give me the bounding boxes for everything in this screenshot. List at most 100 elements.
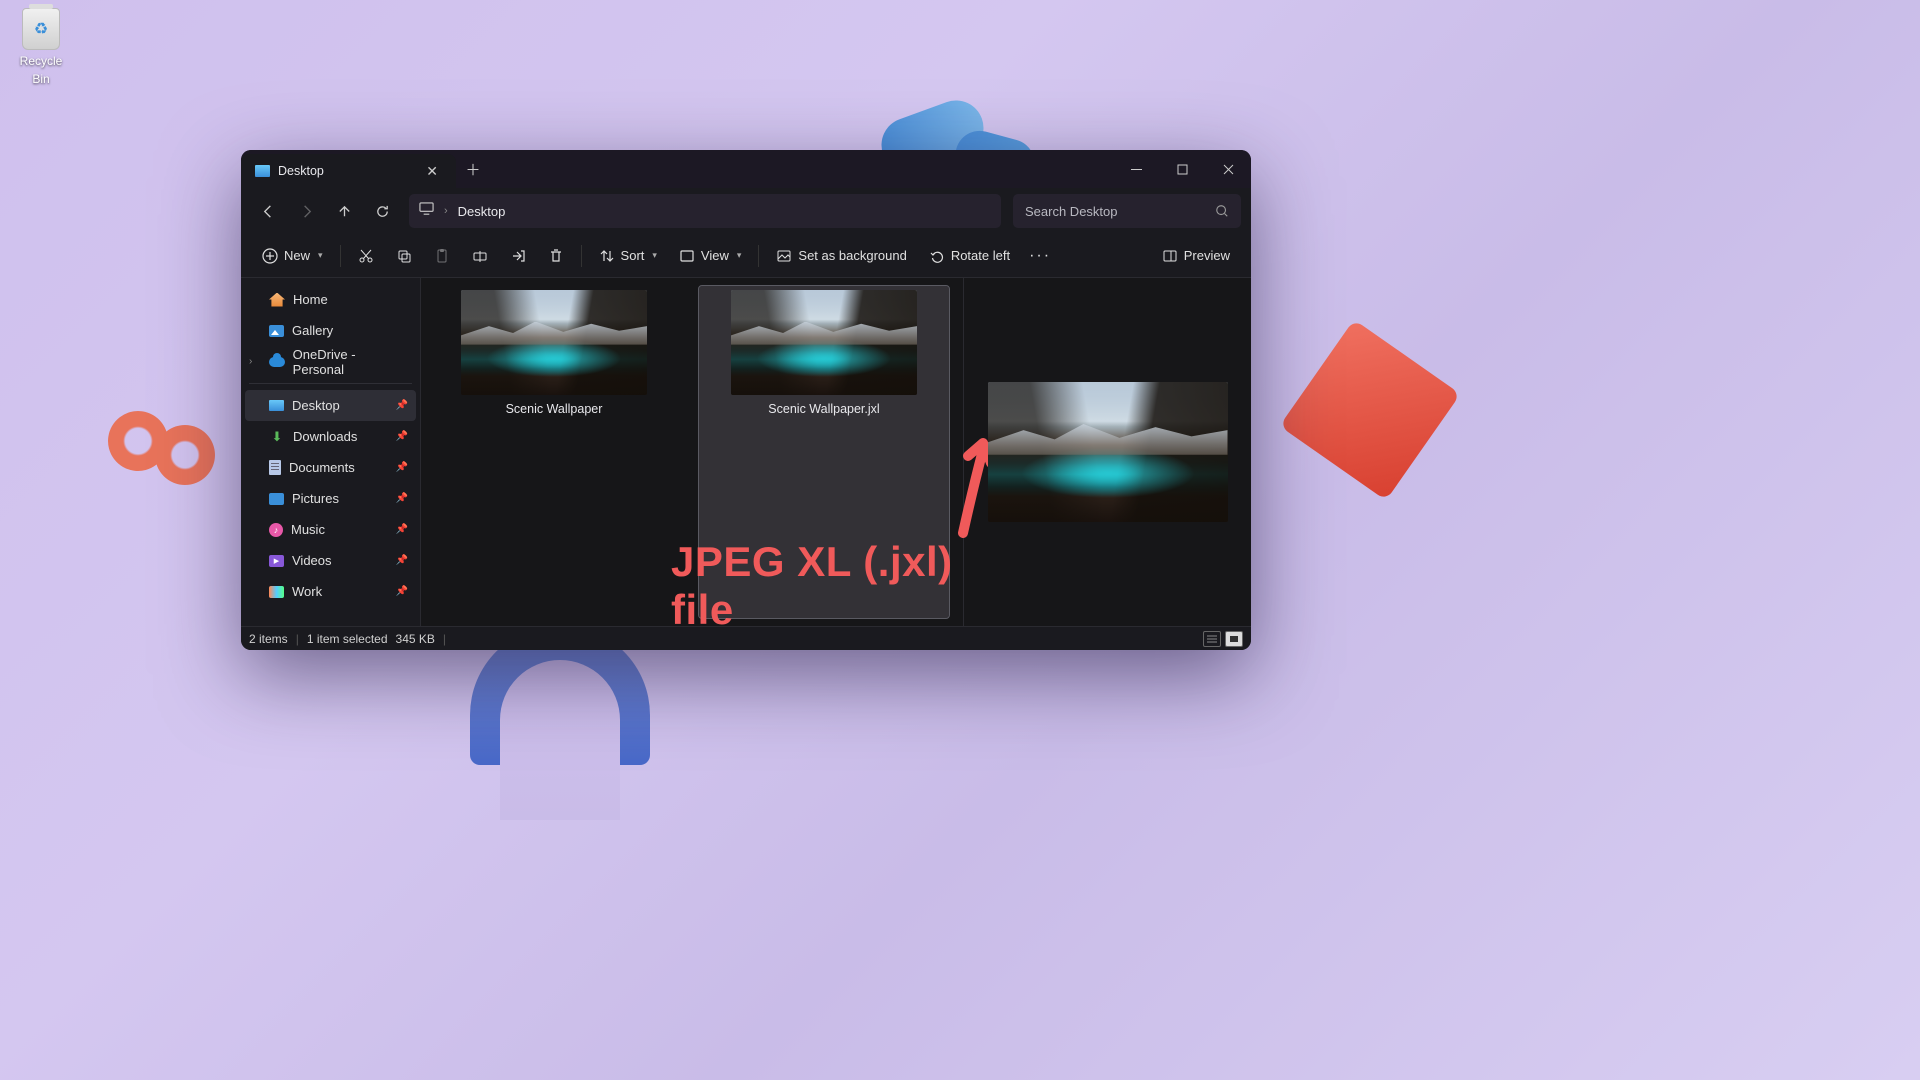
share-icon — [510, 248, 526, 264]
sidebar-item-desktop[interactable]: Desktop📌 — [245, 390, 416, 421]
pin-icon[interactable]: 📌 — [396, 586, 408, 597]
pin-icon[interactable]: 📌 — [396, 400, 408, 411]
desktop-icon — [255, 165, 270, 177]
trash-icon — [548, 248, 564, 264]
tab-close-button[interactable]: ✕ — [422, 163, 442, 180]
command-bar: New▾ Sort▾ View▾ Set as background Rotat… — [241, 234, 1251, 278]
minimize-button[interactable] — [1113, 150, 1159, 188]
pictures-icon — [269, 493, 284, 505]
forward-button[interactable] — [289, 194, 323, 228]
sidebar-item-documents[interactable]: Documents 📌 — [245, 452, 416, 483]
more-button[interactable]: ··· — [1023, 240, 1057, 272]
wallpaper-decoration — [1279, 319, 1460, 500]
sort-label: Sort — [621, 248, 645, 263]
home-icon — [269, 293, 285, 307]
document-icon — [269, 460, 281, 475]
file-item-selected[interactable]: Scenic Wallpaper.jxl — [699, 286, 949, 618]
preview-pane-icon — [1162, 248, 1178, 264]
cut-button[interactable] — [349, 240, 383, 272]
maximize-button[interactable] — [1159, 150, 1205, 188]
delete-button[interactable] — [539, 240, 573, 272]
navigation-pane: Home Gallery › OneDrive - Personal Deskto… — [241, 278, 421, 626]
rotate-icon — [929, 248, 945, 264]
music-icon — [269, 523, 283, 537]
file-explorer-window: Desktop ✕ ＋ › Desktop Search Desktop New… — [241, 150, 1251, 650]
copy-icon — [396, 248, 412, 264]
new-label: New — [284, 248, 310, 263]
file-thumbnail — [731, 290, 917, 395]
tab-title: Desktop — [278, 164, 414, 178]
folder-icon — [269, 586, 284, 598]
titlebar: Desktop ✕ ＋ — [241, 150, 1251, 188]
view-button[interactable]: View▾ — [670, 240, 750, 272]
status-size: 345 KB — [396, 632, 435, 646]
search-placeholder: Search Desktop — [1025, 204, 1207, 219]
rotate-left-button[interactable]: Rotate left — [920, 240, 1019, 272]
set-bg-label: Set as background — [798, 248, 906, 263]
set-background-button[interactable]: Set as background — [767, 240, 915, 272]
chevron-right-icon[interactable]: › — [249, 356, 252, 367]
sidebar-label: Gallery — [292, 323, 333, 338]
sidebar-label: Work — [292, 584, 322, 599]
file-thumbnail — [461, 290, 647, 395]
close-button[interactable] — [1205, 150, 1251, 188]
sidebar-label: Music — [291, 522, 325, 537]
gallery-icon — [269, 325, 284, 337]
details-view-button[interactable] — [1203, 631, 1221, 647]
back-button[interactable] — [251, 194, 285, 228]
pin-icon[interactable]: 📌 — [396, 555, 408, 566]
sidebar-item-pictures[interactable]: Pictures 📌 — [245, 483, 416, 514]
sidebar-label: Downloads — [293, 429, 357, 444]
status-item-count: 2 items — [249, 632, 288, 646]
desktop-icon-label: Recycle Bin — [20, 54, 63, 86]
breadcrumb-location: Desktop — [458, 204, 506, 219]
picture-icon — [776, 248, 792, 264]
wallpaper-decoration — [155, 425, 215, 485]
rename-button[interactable] — [463, 240, 497, 272]
preview-toggle[interactable]: Preview — [1153, 240, 1239, 272]
new-tab-button[interactable]: ＋ — [456, 150, 490, 188]
sidebar-label: Pictures — [292, 491, 339, 506]
sidebar-label: Documents — [289, 460, 355, 475]
preview-label: Preview — [1184, 248, 1230, 263]
sidebar-item-home[interactable]: Home — [245, 284, 416, 315]
videos-icon — [269, 555, 284, 567]
recycle-bin-icon — [22, 8, 60, 50]
plus-circle-icon — [262, 248, 278, 264]
copy-button[interactable] — [387, 240, 421, 272]
sidebar-label: OneDrive - Personal — [293, 347, 408, 377]
sidebar-item-gallery[interactable]: Gallery — [245, 315, 416, 346]
tab-desktop[interactable]: Desktop ✕ — [241, 154, 456, 188]
sidebar-item-videos[interactable]: Videos📌 — [245, 545, 416, 576]
refresh-button[interactable] — [365, 194, 399, 228]
up-button[interactable] — [327, 194, 361, 228]
desktop-icon-recycle-bin[interactable]: Recycle Bin — [10, 8, 72, 88]
pin-icon[interactable]: 📌 — [396, 462, 408, 473]
sidebar-item-work[interactable]: Work 📌 — [245, 576, 416, 607]
status-selection: 1 item selected — [307, 632, 388, 646]
this-pc-icon — [419, 201, 434, 221]
rotate-label: Rotate left — [951, 248, 1010, 263]
preview-pane — [963, 278, 1251, 626]
pin-icon[interactable]: 📌 — [396, 493, 408, 504]
pin-icon[interactable]: 📌 — [396, 524, 408, 535]
sidebar-item-downloads[interactable]: ⬇Downloads📌 — [245, 421, 416, 452]
search-input[interactable]: Search Desktop — [1013, 194, 1241, 228]
view-icon — [679, 248, 695, 264]
pin-icon[interactable]: 📌 — [396, 431, 408, 442]
sidebar-item-onedrive[interactable]: › OneDrive - Personal — [245, 346, 416, 377]
address-bar[interactable]: › Desktop — [409, 194, 1001, 228]
sort-button[interactable]: Sort▾ — [590, 240, 666, 272]
sidebar-label: Home — [293, 292, 328, 307]
sort-icon — [599, 248, 615, 264]
rename-icon — [472, 248, 488, 264]
file-item[interactable]: Scenic Wallpaper — [429, 286, 679, 618]
share-button[interactable] — [501, 240, 535, 272]
paste-button[interactable] — [425, 240, 459, 272]
sidebar-item-music[interactable]: Music 📌 — [245, 514, 416, 545]
thumbnails-view-button[interactable] — [1225, 631, 1243, 647]
new-button[interactable]: New▾ — [253, 240, 332, 272]
status-bar: 2 items | 1 item selected 345 KB | — [241, 626, 1251, 650]
file-list[interactable]: Scenic Wallpaper Scenic Wallpaper.jxl JP… — [421, 278, 963, 626]
search-icon — [1215, 204, 1229, 218]
